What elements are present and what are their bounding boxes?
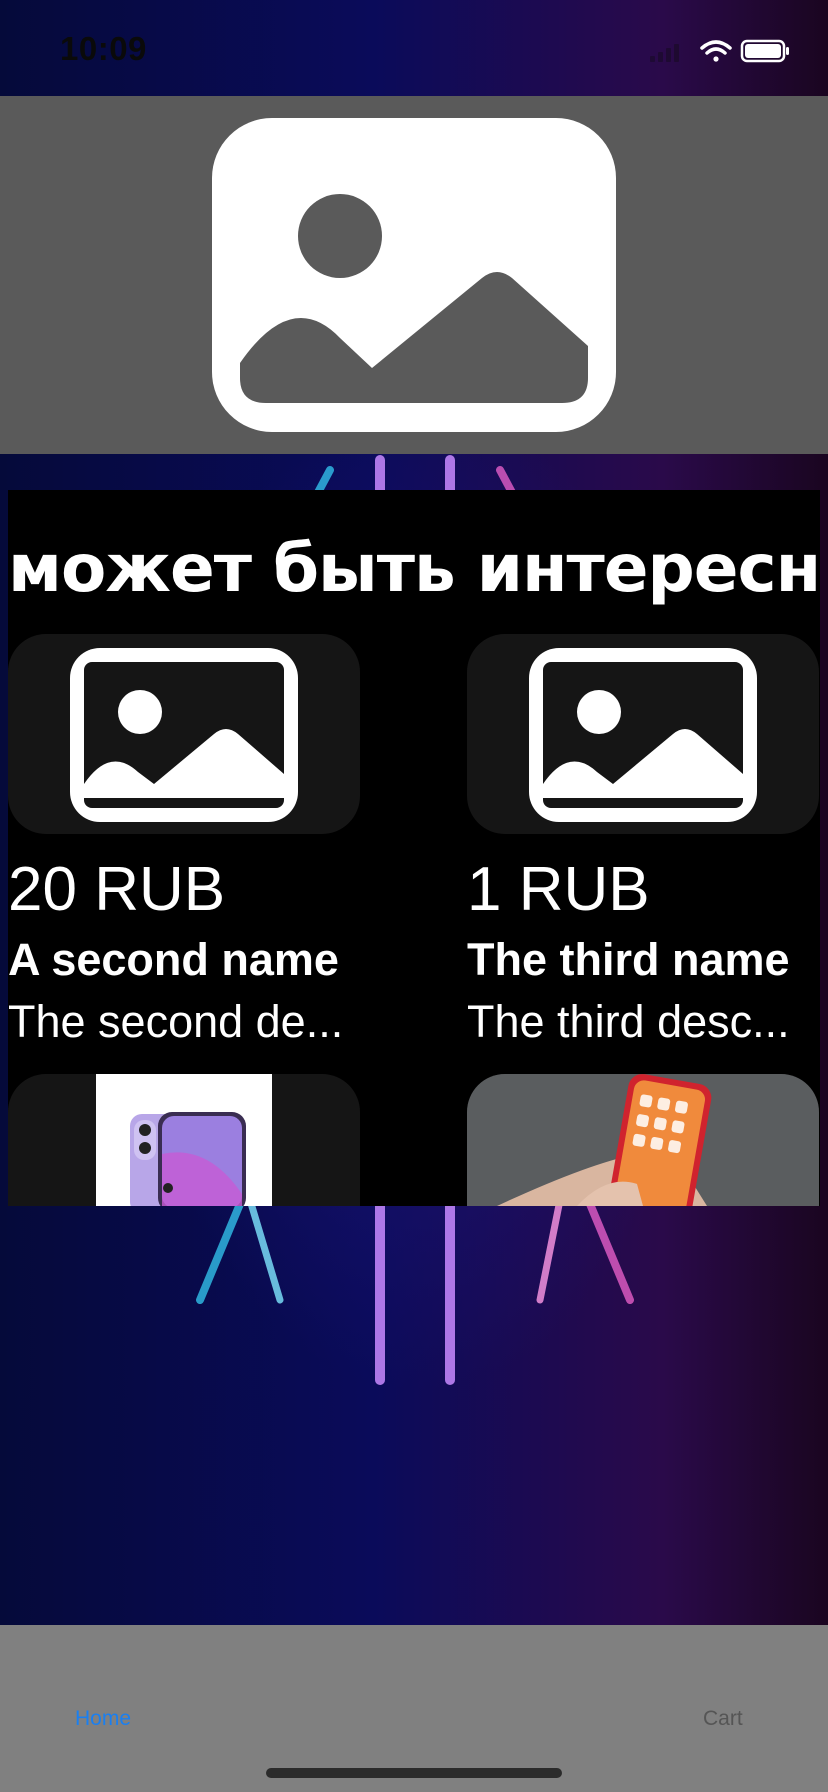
photo-placeholder-icon (212, 118, 616, 432)
recommendations-panel: может быть интересно 20 RUB A second nam… (8, 490, 820, 1206)
product-price: 20 RUB (8, 855, 226, 924)
product-price: 1 RUB (467, 855, 650, 924)
signal-icon (650, 44, 679, 62)
status-bar: 10:09 (0, 0, 828, 96)
product-name: The third name (467, 934, 790, 985)
tab-bar: Home Cart (0, 1625, 828, 1792)
product-name: A second name (8, 934, 339, 985)
photo-placeholder-icon (70, 648, 298, 822)
tab-home[interactable]: Home (75, 1707, 131, 1731)
product-thumbnail (8, 634, 360, 834)
section-title: может быть интересно (8, 530, 820, 607)
battery-icon (740, 39, 789, 63)
status-icons (650, 36, 790, 66)
photo-placeholder-icon (529, 648, 757, 822)
wifi-icon (700, 40, 732, 62)
status-time: 10:09 (60, 30, 147, 67)
product-photo-hand-phone (467, 1074, 819, 1206)
home-indicator[interactable] (266, 1768, 562, 1778)
product-description: The second de... (8, 996, 344, 1047)
product-card[interactable] (467, 1074, 819, 1206)
tab-cart[interactable]: Cart (703, 1707, 743, 1731)
product-photo-purple-phone (96, 1074, 272, 1206)
product-description: The third desc... (467, 996, 790, 1047)
product-thumbnail (467, 634, 819, 834)
product-card[interactable] (8, 1074, 360, 1206)
hero-banner[interactable] (0, 96, 828, 454)
